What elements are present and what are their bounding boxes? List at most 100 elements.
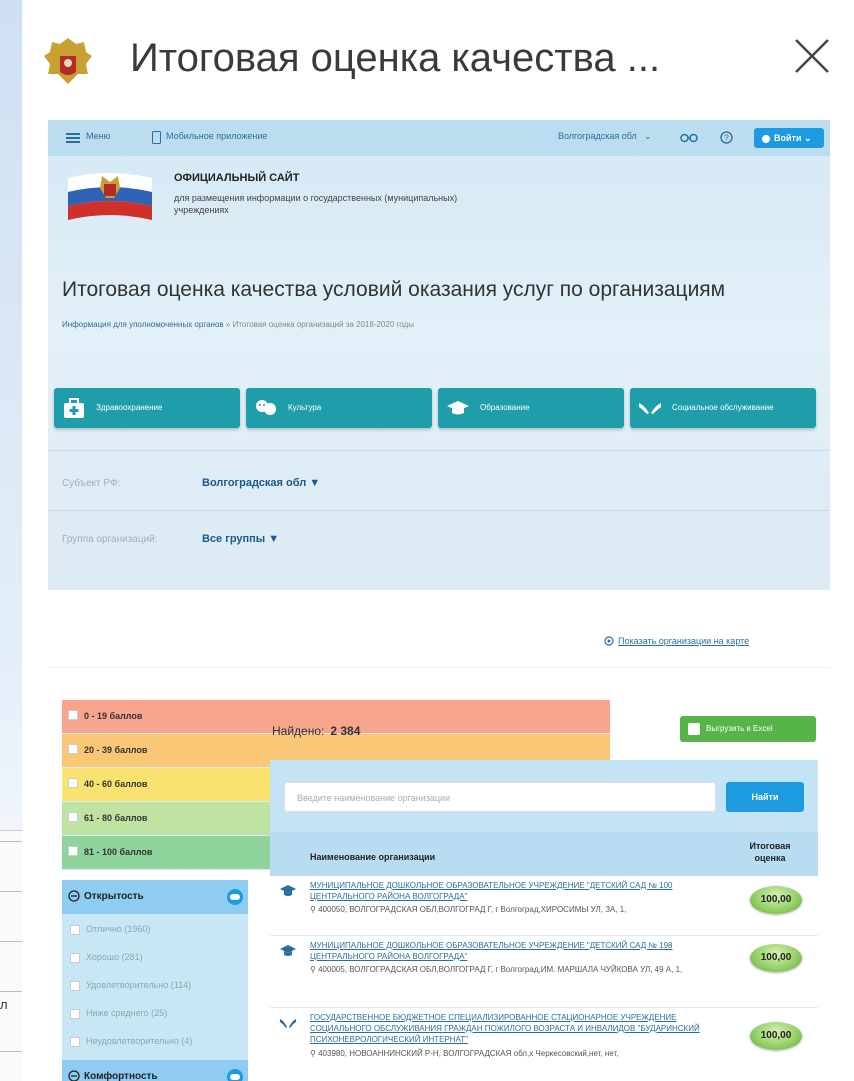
toggle-icon[interactable] (226, 888, 244, 906)
table-row[interactable]: МУНИЦИПАЛЬНОЕ ДОШКОЛЬНОЕ ОБРАЗОВАТЕЛЬНОЕ… (270, 936, 818, 1008)
legend-label: 0 - 19 баллов (84, 711, 143, 721)
category-label: Образование (480, 403, 530, 412)
breadcrumb-separator: » (225, 320, 231, 329)
category-label: Культура (288, 403, 322, 412)
checkbox[interactable] (68, 744, 78, 754)
mobile-app-link[interactable]: Мобильное приложение (166, 131, 267, 141)
checkbox[interactable] (68, 778, 78, 788)
user-icon (762, 134, 770, 143)
checkbox[interactable] (70, 952, 80, 963)
legend-label: 40 - 60 баллов (84, 779, 148, 789)
checkbox[interactable] (68, 710, 78, 720)
organization-link[interactable]: МУНИЦИПАЛЬНОЕ ДОШКОЛЬНОЕ ОБРАЗОВАТЕЛЬНОЕ… (310, 880, 730, 902)
checkbox[interactable] (70, 924, 80, 935)
legend-label: 20 - 39 баллов (84, 745, 148, 755)
openness-options: Отлично (1960) Хорошо (281) Удовлетворит… (62, 914, 248, 1062)
checkbox[interactable] (70, 1036, 80, 1047)
results-panel: Введите наименование организации Найти Н… (270, 760, 818, 1081)
theater-masks-icon (256, 400, 276, 415)
subject-select[interactable]: Волгоградская обл ▼ (202, 477, 320, 489)
show-on-map-link[interactable]: Показать организации на карте (618, 636, 749, 646)
page-title: Итоговая оценка качества условий оказани… (62, 278, 726, 301)
score-badge: 100,00 (750, 1022, 802, 1050)
graduation-cap-icon (280, 945, 296, 956)
divider (48, 450, 830, 451)
filter-option[interactable]: Отлично (1960) (70, 924, 150, 935)
divider (48, 667, 830, 668)
checkbox[interactable] (68, 812, 78, 822)
category-label: Социальное обслуживание (672, 403, 774, 412)
organization-link[interactable]: ГОСУДАРСТВЕННОЕ БЮДЖЕТНОЕ СПЕЦИАЛИЗИРОВА… (310, 1012, 730, 1045)
collapse-circle-icon (68, 1070, 80, 1081)
medkit-icon (64, 398, 84, 418)
location-icon (604, 636, 614, 646)
checkbox[interactable] (70, 980, 80, 991)
modal-header: Итоговая оценка качества ... (22, 0, 854, 120)
filter-option[interactable]: Хорошо (281) (70, 952, 143, 963)
organization-link[interactable]: МУНИЦИПАЛЬНОЕ ДОШКОЛЬНОЕ ОБРАЗОВАТЕЛЬНОЕ… (310, 940, 730, 962)
toggle-icon[interactable] (226, 1068, 244, 1081)
filter-option[interactable]: Неудовлетворительно (4) (70, 1036, 192, 1047)
export-label: Выгрузить в Excel (706, 724, 773, 733)
table-header: Наименование организации Итоговая оценка (270, 832, 818, 876)
background-text: л (0, 997, 8, 1012)
column-header-name: Наименование организации (310, 852, 436, 862)
category-healthcare-button[interactable]: Здравоохранение (54, 388, 240, 428)
openness-panel-header[interactable]: Открытость (62, 880, 248, 914)
chevron-down-icon: ⌄ (644, 131, 652, 141)
site-title: ОФИЦИАЛЬНЫЙ САЙТ (174, 172, 300, 184)
site-logo (68, 173, 152, 220)
category-social-button[interactable]: Социальное обслуживание (630, 388, 816, 428)
legend-label: 61 - 80 баллов (84, 813, 148, 823)
top-nav: Меню Мобильное приложение Волгоградская … (48, 120, 830, 156)
group-select[interactable]: Все группы ▼ (202, 533, 279, 545)
menu-icon[interactable] (66, 132, 80, 144)
graduation-cap-icon (447, 401, 469, 415)
table-row[interactable]: МУНИЦИПАЛЬНОЕ ДОШКОЛЬНОЕ ОБРАЗОВАТЕЛЬНОЕ… (270, 876, 818, 936)
login-label: Войти (774, 133, 802, 143)
region-select[interactable]: Волгоградская обл (558, 131, 637, 141)
collapse-circle-icon (68, 890, 80, 902)
map-pin-icon: ⚲ (310, 1049, 319, 1058)
background-window-fragment: л (0, 830, 22, 1081)
column-header-score: Итоговая оценка (749, 841, 791, 863)
divider (48, 510, 830, 511)
glasses-icon[interactable] (680, 131, 698, 143)
map-pin-icon: ⚲ (310, 905, 319, 914)
phone-icon (152, 131, 161, 144)
svg-text:?: ? (724, 134, 729, 143)
hands-icon (280, 1019, 296, 1028)
organization-address: ⚲ 400050, ВОЛГОГРАДСКАЯ ОБЛ,ВОЛГОГРАД Г,… (310, 905, 627, 914)
modal-title: Итоговая оценка качества ... (130, 36, 661, 80)
category-culture-button[interactable]: Культура (246, 388, 432, 428)
help-icon[interactable]: ? (720, 131, 733, 144)
comfort-panel-header[interactable]: Комфортность (62, 1060, 248, 1081)
breadcrumb: Информация для уполномоченных органов » … (62, 320, 414, 329)
export-excel-button[interactable]: Выгрузить в Excel (680, 716, 816, 742)
group-label: Группа организаций: (62, 534, 158, 545)
search-input[interactable]: Введите наименование организации (284, 782, 716, 812)
category-education-button[interactable]: Образование (438, 388, 624, 428)
close-icon[interactable] (790, 34, 834, 78)
panel-title: Открытость (84, 891, 144, 902)
graduation-cap-icon (280, 885, 296, 896)
search-button[interactable]: Найти (726, 782, 804, 812)
breadcrumb-item[interactable]: Информация для уполномоченных органов (62, 320, 224, 329)
hands-icon (639, 403, 661, 414)
legend-label: 81 - 100 баллов (84, 847, 153, 857)
login-button[interactable]: Войти ⌄ (754, 128, 824, 148)
checkbox[interactable] (70, 1008, 80, 1019)
checkbox[interactable] (68, 846, 78, 856)
excel-icon (688, 723, 700, 735)
organization-address: ⚲ 400005, ВОЛГОГРАДСКАЯ ОБЛ,ВОЛГОГРАД Г,… (310, 965, 683, 974)
menu-link[interactable]: Меню (86, 131, 110, 141)
category-label: Здравоохранение (96, 403, 163, 412)
score-badge: 100,00 (750, 944, 802, 972)
embedded-page: Меню Мобильное приложение Волгоградская … (48, 120, 830, 1081)
table-row[interactable]: ГОСУДАРСТВЕННОЕ БЮДЖЕТНОЕ СПЕЦИАЛИЗИРОВА… (270, 1008, 818, 1081)
filter-option[interactable]: Удовлетворительно (114) (70, 980, 191, 991)
organization-address: ⚲ 403980, НОВОАННИНСКИЙ Р-Н, ВОЛГОГРАДСК… (310, 1049, 619, 1058)
filter-option[interactable]: Ниже среднего (25) (70, 1008, 167, 1019)
results-count: Найдено: 2 384 (272, 724, 361, 738)
breadcrumb-current: Итоговая оценка организаций за 2018-2020… (232, 320, 414, 329)
